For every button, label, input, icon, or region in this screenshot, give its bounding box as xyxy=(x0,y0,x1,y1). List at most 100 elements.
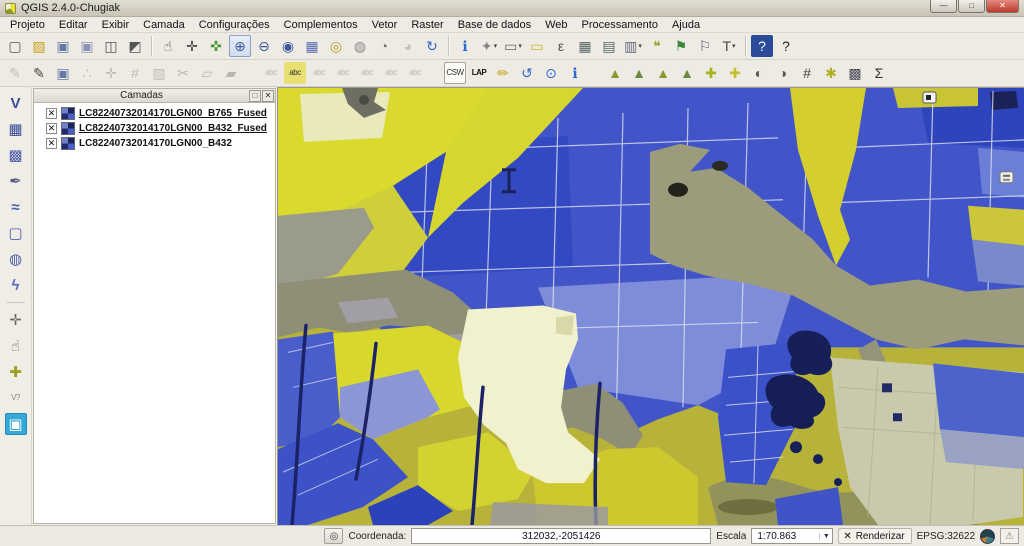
menu-complementos[interactable]: Complementos xyxy=(277,18,365,32)
layer-visibility-checkbox[interactable]: ✕ xyxy=(46,108,57,119)
map-canvas[interactable] xyxy=(278,87,1024,525)
refresh-map-button[interactable]: ↻ xyxy=(421,35,443,57)
profile-tool-button-2[interactable]: ▲ xyxy=(628,62,650,84)
label-properties-button[interactable]: abc xyxy=(404,62,426,84)
label-highlight-button[interactable]: abc xyxy=(308,62,330,84)
lapig-maps-button[interactable]: LAP xyxy=(468,62,490,84)
select-features-button[interactable]: ▭▾ xyxy=(502,35,524,57)
panel-close-button[interactable]: ✕ xyxy=(262,90,274,102)
add-mssql-layer-button[interactable]: ≈ xyxy=(5,196,27,218)
crs-status-icon[interactable] xyxy=(980,529,995,544)
copy-features-button[interactable]: ▱ xyxy=(196,62,218,84)
measure-button[interactable]: ε xyxy=(550,35,572,57)
menu-exibir[interactable]: Exibir xyxy=(95,18,137,32)
whats-this-button[interactable]: ? xyxy=(775,35,797,57)
menu-projeto[interactable]: Projeto xyxy=(3,18,52,32)
label-pin-button[interactable]: abc xyxy=(260,62,282,84)
zoom-to-selection-button[interactable]: ◎ xyxy=(325,35,347,57)
layer-labeling-options-button[interactable]: abc xyxy=(284,62,306,84)
layer-name[interactable]: LC82240732014170LGN00_B432_Fused xyxy=(79,123,267,134)
add-wms-layer-button[interactable]: ◍ xyxy=(5,248,27,270)
close-button[interactable]: ✕ xyxy=(986,0,1019,13)
layers-panel-header[interactable]: Camadas □ ✕ xyxy=(33,88,276,103)
style-key-button[interactable]: ✱ xyxy=(820,62,842,84)
menu-processamento[interactable]: Processamento xyxy=(575,18,665,32)
add-layer-star-button[interactable]: ✚ xyxy=(724,62,746,84)
zoom-in-button[interactable]: ⊕ xyxy=(229,35,251,57)
deselect-features-button[interactable]: ▭ xyxy=(526,35,548,57)
attribute-table-button[interactable]: ▦ xyxy=(574,35,596,57)
move-feature-button[interactable]: ✛ xyxy=(100,62,122,84)
profile-tool-button-4[interactable]: ▲ xyxy=(676,62,698,84)
new-print-composer-button[interactable]: ◫ xyxy=(100,35,122,57)
toggle-editing-button[interactable]: ✎ xyxy=(28,62,50,84)
plugin-add-button[interactable]: ✚ xyxy=(5,361,27,383)
touch-zoom-pan-button[interactable]: ☝ xyxy=(157,35,179,57)
grid-tool-button[interactable]: # xyxy=(796,62,818,84)
save-project-as-button[interactable]: ▣ xyxy=(76,35,98,57)
messages-log-button[interactable]: ⚠ xyxy=(1000,528,1019,544)
menu-camada[interactable]: Camada xyxy=(136,18,192,32)
add-postgis-layer-button[interactable]: ▩ xyxy=(5,144,27,166)
view-undo-button[interactable]: ↺ xyxy=(516,62,538,84)
add-vector-layer-button[interactable]: V xyxy=(5,92,27,114)
scale-combo[interactable]: 1:70.863 ▼ xyxy=(751,528,833,544)
add-wcs-layer-button[interactable]: ϟ xyxy=(5,274,27,296)
zoom-native-button[interactable]: ◉ xyxy=(277,35,299,57)
zonal-statistics-button[interactable]: Σ xyxy=(868,62,890,84)
menu-ajuda[interactable]: Ajuda xyxy=(665,18,707,32)
current-edits-button[interactable]: ✎ xyxy=(4,62,26,84)
map-tips-button[interactable]: ❝ xyxy=(646,35,668,57)
labeling-button[interactable]: ▥▾ xyxy=(622,35,644,57)
save-layer-edits-button[interactable]: ▣ xyxy=(52,62,74,84)
feature-action-button[interactable]: ✦▾ xyxy=(478,35,500,57)
add-oracle-layer-button[interactable]: ▢ xyxy=(5,222,27,244)
new-shapefile-button[interactable]: ✛ xyxy=(5,309,27,331)
layer-visibility-checkbox[interactable]: ✕ xyxy=(46,138,57,149)
add-delimited-text-button[interactable]: ☝ xyxy=(5,335,27,357)
zoom-next-button[interactable]: ◕ xyxy=(397,35,419,57)
new-bookmark-button[interactable]: ⚑ xyxy=(670,35,692,57)
menu-vetor[interactable]: Vetor xyxy=(365,18,405,32)
profile-tool-button-1[interactable]: ▲ xyxy=(604,62,626,84)
label-show-hide-button[interactable]: abc xyxy=(332,62,354,84)
add-layer-plus-button[interactable]: ✚ xyxy=(700,62,722,84)
lock-layers-button[interactable]: ◐ xyxy=(748,62,770,84)
csw-search-button[interactable]: CSW xyxy=(444,62,466,84)
zoom-to-layer-button[interactable]: ◍ xyxy=(349,35,371,57)
zoom-out-button[interactable]: ⊖ xyxy=(253,35,275,57)
menu-configurac-es[interactable]: Configurações xyxy=(192,18,277,32)
open-project-button[interactable]: ▨ xyxy=(28,35,50,57)
zoom-last-button[interactable]: ◔ xyxy=(373,35,395,57)
coordinate-capture-button[interactable]: ◎ xyxy=(324,528,343,544)
minimize-button[interactable]: — xyxy=(930,0,957,13)
cut-features-button[interactable]: ✂ xyxy=(172,62,194,84)
unlock-layers-button[interactable]: ◑ xyxy=(772,62,794,84)
menu-web[interactable]: Web xyxy=(538,18,574,32)
coordinate-input[interactable] xyxy=(411,528,711,544)
zoom-query-button[interactable]: ⊙ xyxy=(540,62,562,84)
render-checkbox[interactable]: ✕ Renderizar xyxy=(838,528,911,544)
identify-query-button[interactable]: ℹ xyxy=(564,62,586,84)
new-project-button[interactable]: ▢ xyxy=(4,35,26,57)
menu-base-de-dados[interactable]: Base de dados xyxy=(451,18,538,32)
image-analysis-button[interactable]: ▩ xyxy=(844,62,866,84)
pan-map-button[interactable]: ✛ xyxy=(181,35,203,57)
identify-features-button[interactable]: ℹ xyxy=(454,35,476,57)
panel-float-button[interactable]: □ xyxy=(249,90,261,102)
sketch-pencil-button[interactable]: ✏ xyxy=(492,62,514,84)
add-raster-layer-button[interactable]: ▦ xyxy=(5,118,27,140)
menu-editar[interactable]: Editar xyxy=(52,18,95,32)
delete-selected-button[interactable]: ▧ xyxy=(148,62,170,84)
raster-calculator-button[interactable]: ▤ xyxy=(598,35,620,57)
layer-name[interactable]: LC82240732014170LGN00_B765_Fused xyxy=(79,108,267,119)
add-spatialite-layer-button[interactable]: ✒ xyxy=(5,170,27,192)
vector-query-button[interactable]: V? xyxy=(5,387,27,409)
add-feature-button[interactable]: ∴ xyxy=(76,62,98,84)
show-bookmarks-button[interactable]: ⚐ xyxy=(694,35,716,57)
menu-raster[interactable]: Raster xyxy=(404,18,450,32)
save-project-button[interactable]: ▣ xyxy=(52,35,74,57)
profile-tool-button-3[interactable]: ▲ xyxy=(652,62,674,84)
composer-manager-button[interactable]: ◩ xyxy=(124,35,146,57)
zoom-full-button[interactable]: ▦ xyxy=(301,35,323,57)
